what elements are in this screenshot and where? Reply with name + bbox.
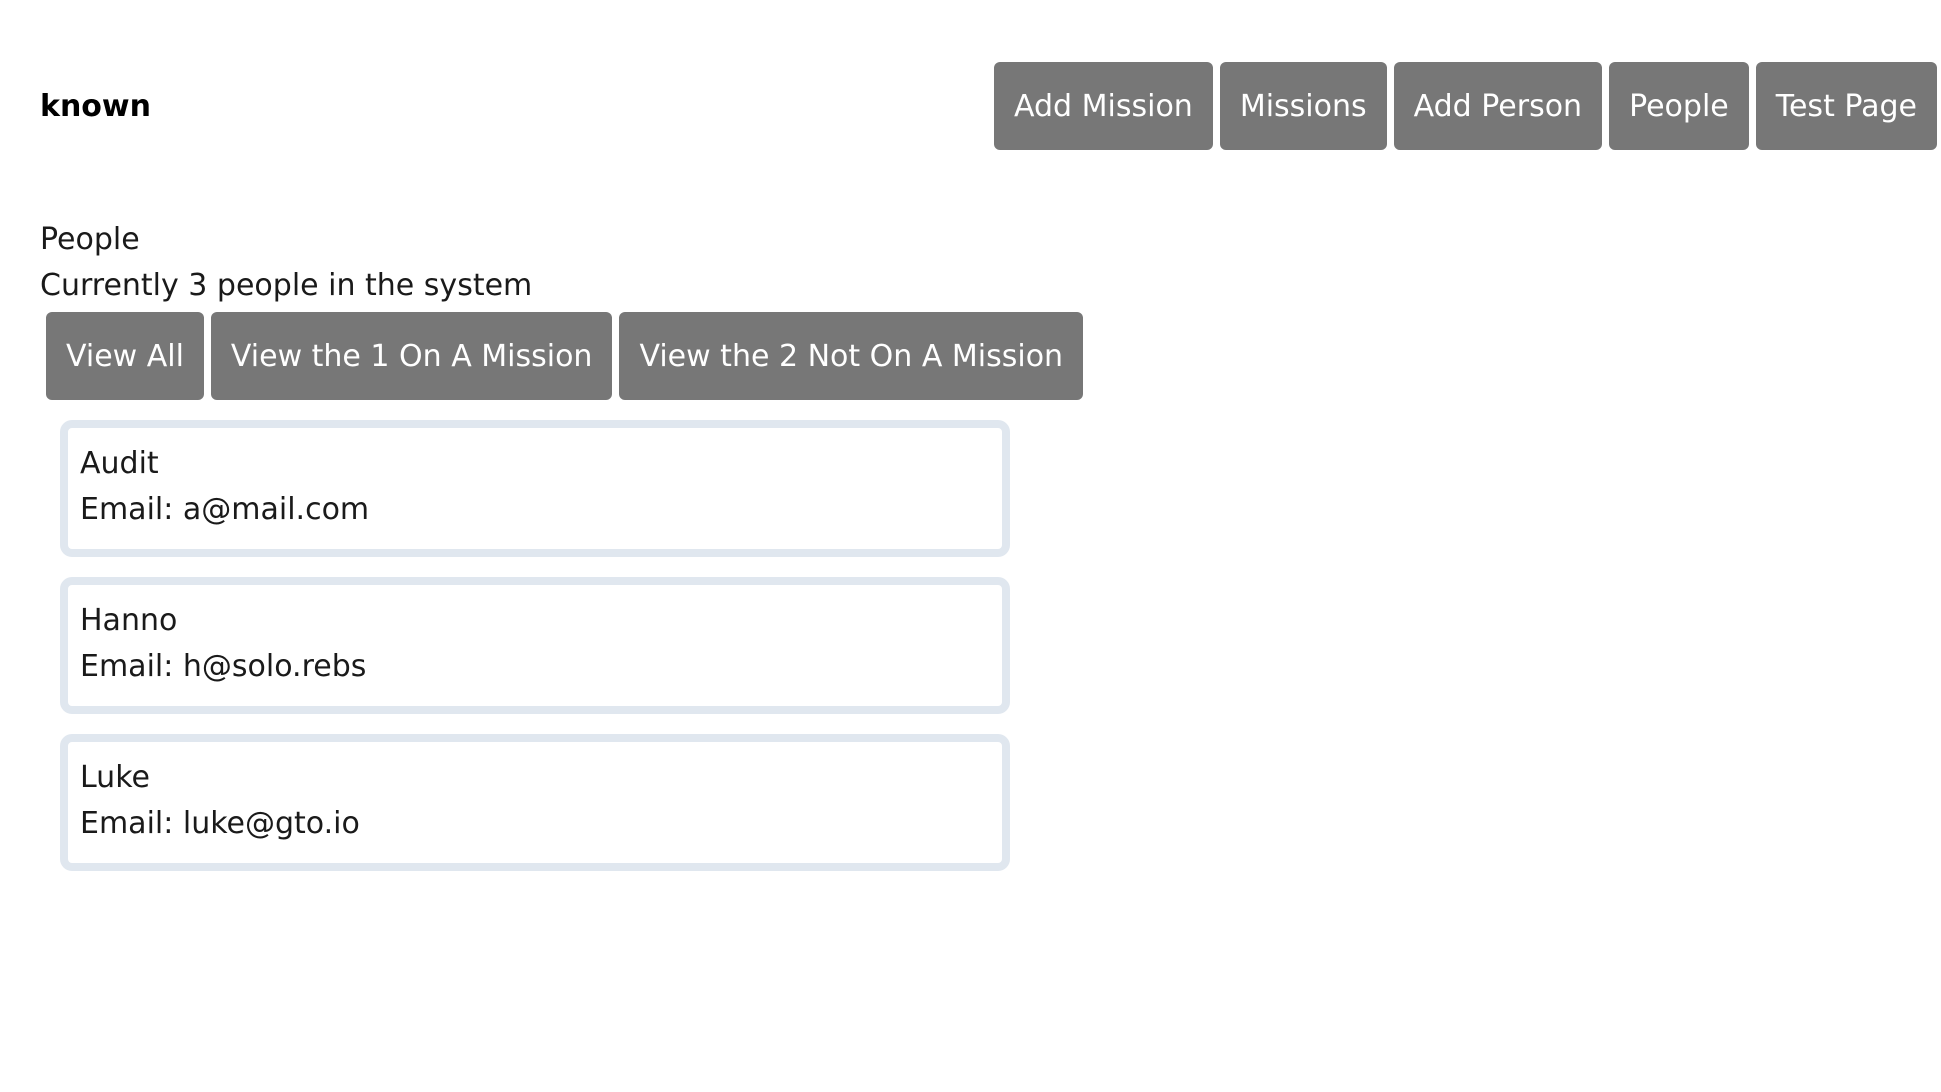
person-email: Email: a@mail.com (80, 492, 370, 527)
people-section: People Currently 3 people in the system … (40, 218, 1084, 891)
list-item: Hanno Email: h@solo.rebs (60, 577, 1010, 714)
brand-title: known (40, 88, 151, 124)
header: known Add Mission Missions Add Person Pe… (40, 62, 1937, 150)
person-name: Luke (80, 760, 150, 795)
page: known Add Mission Missions Add Person Pe… (0, 0, 1941, 1092)
person-email: Email: h@solo.rebs (80, 649, 367, 684)
missions-button[interactable]: Missions (1219, 62, 1387, 150)
page-title: People (40, 222, 140, 257)
list-item: Audit Email: a@mail.com (60, 420, 1010, 557)
filter-buttons: View All View the 1 On A Mission View th… (46, 312, 1084, 400)
person-name: Hanno (80, 603, 178, 638)
people-list: Audit Email: a@mail.com Hanno Email: h@s… (60, 420, 1010, 871)
add-mission-button[interactable]: Add Mission (994, 62, 1213, 150)
view-on-mission-button[interactable]: View the 1 On A Mission (210, 312, 613, 400)
people-button[interactable]: People (1609, 62, 1749, 150)
view-all-button[interactable]: View All (46, 312, 204, 400)
test-page-button[interactable]: Test Page (1755, 62, 1937, 150)
view-not-on-mission-button[interactable]: View the 2 Not On A Mission (619, 312, 1084, 400)
top-nav: Add Mission Missions Add Person People T… (994, 62, 1937, 150)
list-item: Luke Email: luke@gto.io (60, 734, 1010, 871)
people-count-text: Currently 3 people in the system (40, 268, 533, 303)
person-name: Audit (80, 446, 159, 481)
add-person-button[interactable]: Add Person (1393, 62, 1603, 150)
person-email: Email: luke@gto.io (80, 806, 360, 841)
